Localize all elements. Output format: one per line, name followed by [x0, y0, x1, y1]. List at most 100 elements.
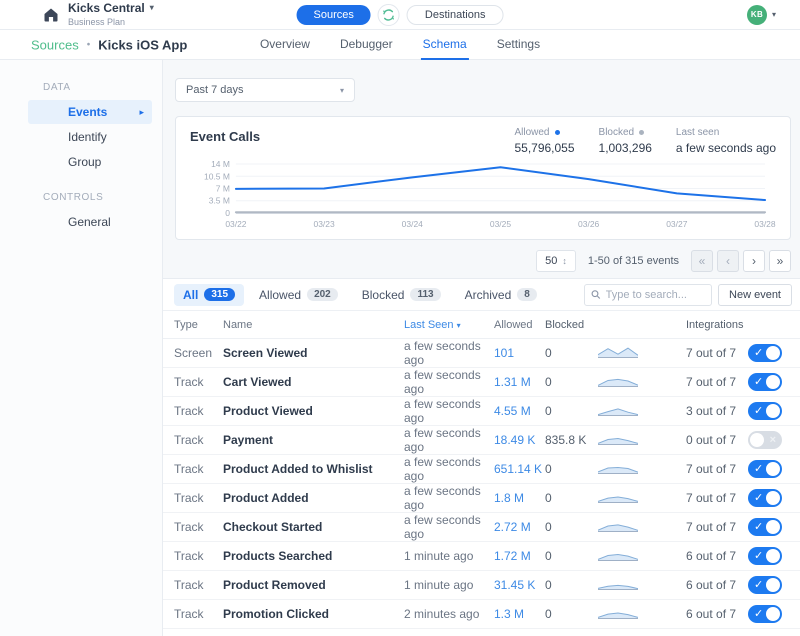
toggle-knob	[766, 375, 780, 389]
event-enabled-toggle[interactable]: ✓×	[748, 576, 782, 594]
time-range-select[interactable]: Past 7 days ▾	[175, 78, 355, 102]
table-row[interactable]: Track Product Added to Whislist a few seco…	[163, 455, 800, 484]
table-row[interactable]: Track Product Removed 1 minute ago 31.45 K0…	[163, 571, 800, 600]
destinations-pill-button[interactable]: Destinations	[406, 4, 504, 25]
allowed-count-link[interactable]: 2.72 M	[494, 520, 545, 534]
filter-tab-blocked[interactable]: Blocked 113	[353, 284, 450, 306]
event-enabled-toggle[interactable]: ✓×	[748, 489, 782, 507]
event-type-cell: Track	[174, 404, 204, 418]
sparkline-chart	[597, 553, 639, 561]
event-name-cell: Promotion Clicked	[223, 607, 330, 621]
svg-text:03/25: 03/25	[490, 219, 511, 229]
sparkline-cell	[597, 490, 686, 507]
table-row[interactable]: Screen Screen Viewed a few seconds ago 101 0…	[163, 339, 800, 368]
svg-text:03/26: 03/26	[578, 219, 599, 229]
tab-settings[interactable]: Settings	[495, 30, 542, 60]
allowed-count-link[interactable]: 4.55 M	[494, 404, 545, 418]
page-size-select[interactable]: 50 ↕	[536, 250, 576, 272]
event-enabled-toggle[interactable]: ✓×	[748, 460, 782, 478]
sidebar-item-general[interactable]: General▸	[28, 210, 152, 234]
filter-tab-label: Allowed	[259, 287, 302, 302]
allowed-count-link[interactable]: 1.8 M	[494, 491, 545, 505]
column-header-integrations[interactable]: Integrations	[686, 319, 746, 331]
filter-tab-archived[interactable]: Archived 8	[456, 284, 546, 306]
new-event-button[interactable]: New event	[718, 283, 792, 306]
breadcrumb-sources-link[interactable]: Sources	[31, 37, 79, 52]
tab-overview[interactable]: Overview	[258, 30, 312, 60]
blocked-count-cell: 0	[545, 607, 552, 621]
event-enabled-toggle[interactable]: ✓×	[748, 402, 782, 420]
workspace-switcher[interactable]: Kicks Central ▾ Business Plan	[0, 2, 154, 28]
column-header-type[interactable]: Type	[174, 319, 223, 331]
home-icon[interactable]	[43, 7, 59, 23]
allowed-count-link[interactable]: 101	[494, 346, 545, 360]
events-panel: All 315 Allowed 202 Blocked 113 Archived 8 New …	[163, 278, 800, 636]
event-enabled-toggle[interactable]: ✓×	[748, 431, 782, 449]
event-enabled-toggle[interactable]: ✓×	[748, 344, 782, 362]
chart-stat-value: 1,003,296	[598, 141, 652, 155]
column-header-last-seen[interactable]: Last Seen ▾	[404, 319, 494, 331]
table-row[interactable]: Track Product Viewed a few seconds ago 4.55…	[163, 397, 800, 426]
table-row[interactable]: Track Payment a few seconds ago 18.49 K 835.…	[163, 426, 800, 455]
check-icon: ✓	[754, 521, 764, 533]
table-header: Type Name Last Seen ▾ Allowed Blocked In…	[163, 311, 800, 339]
chart-section: Past 7 days ▾ Event Calls Allowed 55,796,…	[163, 60, 800, 272]
allowed-count-link[interactable]: 1.31 M	[494, 375, 545, 389]
events-toolbar: All 315 Allowed 202 Blocked 113 Archived 8 New …	[163, 279, 800, 311]
table-row[interactable]: Track Checkout Started a few seconds ago 2.…	[163, 513, 800, 542]
event-name-cell: Checkout Started	[223, 520, 323, 534]
breadcrumb-separator: •	[86, 39, 91, 50]
sparkline-chart	[597, 347, 639, 358]
sidebar-section: CONTROLS General▸	[0, 192, 162, 234]
sources-pill-button[interactable]: Sources	[296, 4, 371, 25]
event-name-cell: Screen Viewed	[223, 346, 308, 360]
allowed-count-link[interactable]: 651.14 K	[494, 462, 545, 476]
next-page-button[interactable]: ›	[743, 250, 765, 272]
blocked-count-cell: 0	[545, 520, 552, 534]
table-row[interactable]: Track Product Added a few seconds ago 1.8 M…	[163, 484, 800, 513]
last-seen-cell: 1 minute ago	[404, 578, 474, 592]
event-enabled-toggle[interactable]: ✓×	[748, 605, 782, 623]
event-type-cell: Track	[174, 520, 204, 534]
tab-debugger[interactable]: Debugger	[338, 30, 395, 60]
event-enabled-toggle[interactable]: ✓×	[748, 518, 782, 536]
allowed-count-link[interactable]: 18.49 K	[494, 433, 545, 447]
column-header-allowed[interactable]: Allowed	[494, 319, 545, 331]
table-row[interactable]: Track Products Searched 1 minute ago 1.72 M…	[163, 542, 800, 571]
last-page-button[interactable]: »	[769, 250, 791, 272]
svg-text:3.5 M: 3.5 M	[209, 196, 230, 206]
avatar[interactable]: KB	[746, 4, 767, 25]
sidebar-item-label: Identify	[68, 130, 107, 144]
tab-schema[interactable]: Schema	[420, 30, 469, 60]
event-calls-header: Event Calls Allowed 55,796,055 Blocked 1,00…	[190, 127, 776, 155]
table-row[interactable]: Track Cart Viewed a few seconds ago 1.31 M0…	[163, 368, 800, 397]
allowed-count-link[interactable]: 1.72 M	[494, 549, 545, 563]
toolbar-right: New event	[584, 283, 792, 306]
event-calls-card: Event Calls Allowed 55,796,055 Blocked 1,00…	[175, 116, 791, 240]
sparkline-cell	[597, 403, 686, 420]
svg-text:03/22: 03/22	[225, 219, 246, 229]
allowed-count-link[interactable]: 31.45 K	[494, 578, 545, 592]
column-header-blocked[interactable]: Blocked	[545, 319, 598, 331]
search-box	[584, 283, 713, 306]
sidebar-item-label: Events	[68, 105, 108, 119]
blocked-count-cell: 0	[545, 549, 552, 563]
table-row[interactable]: Track Promotion Clicked 2 minutes ago 1.3 M…	[163, 600, 800, 629]
column-header-name[interactable]: Name	[223, 319, 404, 331]
sidebar-item-group[interactable]: Group▸	[28, 150, 152, 174]
search-input[interactable]	[605, 288, 706, 301]
filter-tab-allowed[interactable]: Allowed 202	[250, 284, 347, 306]
sidebar-section-label: CONTROLS	[43, 192, 104, 203]
sidebar-item-events[interactable]: Events ▸	[28, 100, 152, 124]
event-enabled-toggle[interactable]: ✓×	[748, 547, 782, 565]
account-menu[interactable]: KB ▾	[746, 4, 800, 25]
allowed-count-link[interactable]: 1.3 M	[494, 607, 545, 621]
segment-logo-icon	[377, 3, 400, 26]
event-enabled-toggle[interactable]: ✓×	[748, 373, 782, 391]
filter-tab-all[interactable]: All 315	[174, 283, 245, 306]
pagination-summary: 1-50 of 315 events	[587, 255, 679, 267]
sidebar-item-identify[interactable]: Identify▸	[28, 125, 152, 149]
check-icon: ✓	[754, 463, 764, 475]
page-title: Kicks iOS App	[98, 37, 188, 52]
sparkline-cell	[597, 548, 686, 565]
